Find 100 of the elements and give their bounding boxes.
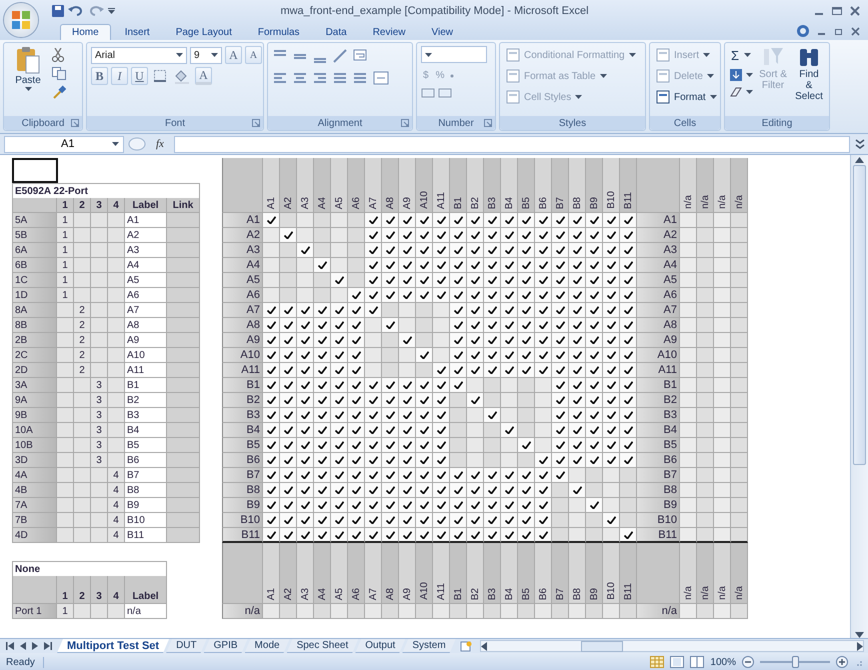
ribbon-tab[interactable]: Formulas (246, 24, 312, 40)
merge-icon[interactable] (372, 70, 390, 86)
insert-sheet-icon[interactable] (460, 640, 472, 652)
underline-button[interactable]: U (131, 67, 148, 85)
font-name-field[interactable]: Arial (91, 46, 187, 64)
last-sheet-icon[interactable] (44, 642, 52, 650)
dialog-launcher-icon[interactable] (401, 119, 409, 127)
zoom-in-icon[interactable] (836, 656, 848, 668)
sheet-tab[interactable]: Mode (244, 639, 290, 653)
font-size-field[interactable]: 9 (190, 46, 222, 64)
help-icon[interactable] (797, 25, 809, 37)
format-painter-icon[interactable] (52, 85, 66, 99)
table-cell (74, 483, 91, 498)
dialog-launcher-icon[interactable] (252, 119, 260, 127)
sheet-tab[interactable]: GPIB (204, 639, 248, 653)
cancel-icon[interactable] (128, 137, 146, 151)
scroll-thumb[interactable] (580, 640, 623, 652)
office-button[interactable] (4, 3, 38, 37)
table-cell (108, 453, 125, 468)
cut-icon[interactable] (52, 48, 64, 62)
fill-icon[interactable] (729, 68, 743, 82)
customize-caret-icon[interactable] (108, 8, 115, 14)
close-icon[interactable] (850, 6, 860, 16)
table-cell (57, 333, 74, 348)
row-header: 10B (12, 438, 57, 453)
sheet-tab[interactable]: DUT (166, 639, 207, 653)
bold-button[interactable]: B (91, 67, 108, 85)
first-sheet-icon[interactable] (6, 642, 14, 650)
selected-cell[interactable] (12, 158, 58, 183)
page-break-view-icon[interactable] (690, 656, 704, 668)
ribbon-tab[interactable]: Page Layout (164, 24, 244, 40)
column-header: A9 (399, 158, 416, 213)
ribbon-tab[interactable]: Data (314, 24, 359, 40)
expand-icon[interactable] (854, 137, 866, 151)
group-label: Styles (558, 118, 586, 128)
close-icon[interactable] (851, 26, 860, 36)
table-cell (91, 258, 108, 273)
group-label: Font (164, 118, 185, 128)
column-header: A2 (280, 158, 297, 213)
row-header: 9B (12, 408, 57, 423)
sheet-tab[interactable]: Spec Sheet (286, 639, 358, 653)
table-cell: 3 (91, 408, 108, 423)
zoom-level[interactable]: 100% (710, 656, 736, 668)
table-cell (74, 228, 91, 243)
maximize-icon[interactable] (832, 6, 842, 16)
decrease-indent-icon[interactable] (332, 70, 348, 86)
align-right-icon[interactable] (312, 70, 328, 86)
dialog-launcher-icon[interactable] (71, 119, 79, 127)
column-header: B1 (450, 158, 467, 213)
borders-icon[interactable] (151, 67, 169, 85)
slider-thumb[interactable] (792, 656, 799, 668)
scroll-right-icon[interactable] (857, 642, 863, 650)
autosum-button[interactable]: Σ (729, 46, 742, 64)
grow-font-button[interactable]: A (225, 46, 242, 64)
font-color-button[interactable]: A (195, 67, 212, 85)
name-box[interactable]: A1 (4, 136, 124, 152)
sheet-tab[interactable]: System (402, 639, 456, 653)
scroll-left-icon[interactable] (480, 642, 487, 650)
sheet-tab[interactable]: Multiport Test Set (57, 639, 170, 653)
normal-view-icon[interactable] (650, 656, 664, 668)
formula-input[interactable] (174, 136, 850, 152)
align-left-icon[interactable] (272, 70, 288, 86)
ribbon-command[interactable]: Format (654, 88, 719, 106)
dialog-launcher-icon[interactable] (484, 119, 492, 127)
ribbon-tab[interactable]: Insert (112, 24, 162, 40)
increase-indent-icon[interactable] (352, 70, 368, 86)
number-format-field[interactable] (421, 46, 487, 63)
ribbon-tab[interactable]: View (419, 24, 465, 40)
align-center-icon[interactable] (292, 70, 308, 86)
undo-icon[interactable] (68, 5, 84, 17)
restore-icon[interactable] (834, 26, 843, 36)
previous-sheet-icon[interactable] (20, 642, 26, 650)
decrease-decimal-icon[interactable] (438, 87, 452, 99)
insert-function-button[interactable]: fx (150, 138, 170, 150)
vertical-scrollbar[interactable] (850, 155, 868, 638)
table-cell: 4 (108, 498, 125, 513)
shrink-font-button[interactable]: A (245, 46, 262, 64)
table-cell: B11 (125, 528, 167, 543)
orientation-icon[interactable] (332, 48, 348, 64)
zoom-out-icon[interactable] (742, 656, 754, 668)
save-icon[interactable] (52, 5, 64, 17)
next-sheet-icon[interactable] (32, 642, 38, 650)
table-cell: 1 (57, 288, 74, 303)
scroll-thumb[interactable] (853, 165, 866, 465)
clear-icon[interactable] (729, 86, 743, 98)
horizontal-scrollbar[interactable] (480, 640, 864, 652)
ribbon-tab[interactable]: Review (360, 24, 418, 40)
scroll-up-icon[interactable] (855, 157, 864, 163)
sheet-tab[interactable]: Output (355, 639, 406, 653)
column-header: Label (125, 576, 167, 604)
paste-button[interactable]: Paste (8, 46, 48, 91)
copy-icon[interactable] (52, 67, 66, 80)
find-select-button[interactable]: Find & Select (793, 46, 825, 102)
row-header: A1 (637, 213, 680, 228)
table-cell: n/a (125, 604, 167, 619)
row-header: n/a (222, 604, 263, 619)
page-layout-view-icon[interactable] (670, 656, 684, 668)
increase-decimal-icon[interactable] (421, 87, 435, 99)
italic-button[interactable]: I (111, 67, 128, 85)
ribbon-tab[interactable]: Home (60, 24, 111, 40)
